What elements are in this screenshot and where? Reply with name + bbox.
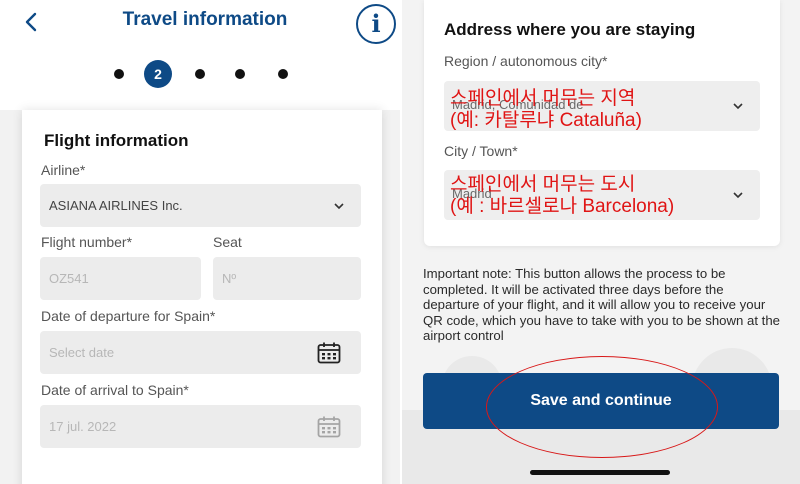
home-indicator [530,470,670,475]
page-title: Travel information [122,9,288,30]
info-icon: i [371,9,381,38]
chevron-down-icon [334,202,344,209]
annotation-line: 스페인에서 머무는 도시 [450,174,636,195]
annotation-line: 스페인에서 머무는 지역 [450,88,636,109]
address-card: Address where you are staying Region / a… [424,0,780,246]
section-title: Flight information [44,131,189,150]
flight-number-field[interactable]: OZ541 [40,257,201,300]
step-dot [278,69,288,79]
chevron-down-icon [733,103,743,110]
airline-select[interactable]: ASIANA AIRLINES Inc. [40,184,361,227]
step-dot [235,69,245,79]
chevron-down-icon [733,192,743,199]
annotation-line: (예 : 바르셀로나 Barcelona) [450,196,675,217]
seat-field[interactable]: Nº [213,257,361,300]
annotation-line: (예: 카탈루냐 Cataluña) [450,110,642,131]
flight-info-card: Flight information Airline* ASIANA AIRLI… [22,110,382,484]
departure-date-placeholder: Select date [49,345,115,360]
important-note: Important note: This button allows the p… [423,266,781,343]
region-label: Region / autonomous city* [444,53,608,69]
save-and-continue-button[interactable]: Save and continue [423,373,779,429]
step-dot-active: 2 [144,60,172,88]
city-annotation: 스페인에서 머무는 도시 (예 : 바르셀로나 Barcelona) [450,174,674,218]
calendar-icon [317,416,341,437]
travel-info-screen: Travel information i 2 Flight informatio… [0,0,400,484]
calendar-icon [317,342,341,363]
seat-placeholder: Nº [222,271,237,286]
step-dot [195,69,205,79]
back-button[interactable] [18,8,46,36]
airline-value: ASIANA AIRLINES Inc. [49,198,183,213]
background [382,110,400,484]
region-annotation: 스페인에서 머무는 지역 (예: 카탈루냐 Cataluña) [450,88,642,132]
step-dot [114,69,124,79]
address-screen: Address where you are staying Region / a… [402,0,800,484]
departure-date-label: Date of departure for Spain* [41,308,216,324]
info-button[interactable]: i [356,4,396,44]
section-title: Address where you are staying [444,20,696,39]
chevron-left-icon [25,12,37,32]
arrival-date-placeholder: 17 jul. 2022 [49,419,117,434]
step-indicator: 2 [110,60,300,88]
background [0,110,22,484]
flight-number-label: Flight number* [41,234,133,250]
flight-number-placeholder: OZ541 [49,271,89,286]
arrival-date-label: Date of arrival to Spain* [41,382,189,398]
airline-label: Airline* [41,162,86,178]
city-label: City / Town* [444,143,518,159]
departure-date-field[interactable]: Select date [40,331,361,374]
arrival-date-field[interactable]: 17 jul. 2022 [40,405,361,448]
seat-label: Seat [213,234,242,250]
